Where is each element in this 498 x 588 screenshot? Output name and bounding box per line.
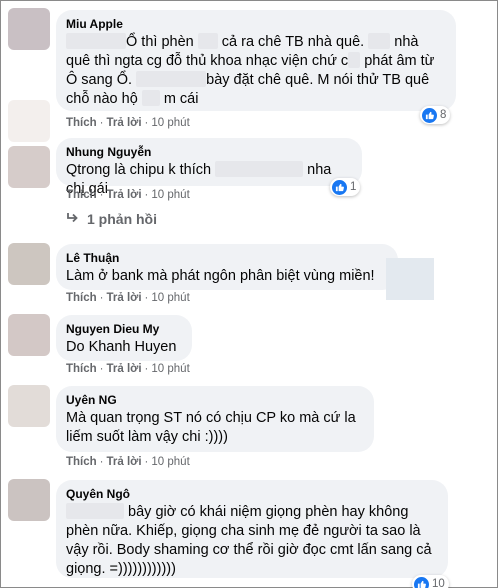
comment-actions: Thích · Trả lời · 10 phút (66, 456, 190, 468)
author-name[interactable]: Uyên NG (66, 393, 363, 408)
timestamp[interactable]: 10 phút (151, 363, 189, 375)
comment-bubble: Miu Apple Ổ thì phèn cả ra chê TB nhà qu… (56, 10, 456, 111)
like-button[interactable]: Thích (66, 117, 97, 129)
like-icon (422, 107, 437, 123)
like-icon (414, 576, 429, 588)
redaction-block (136, 71, 207, 87)
timestamp[interactable]: 10 phút (151, 292, 189, 304)
redaction-block (66, 503, 124, 519)
author-name[interactable]: Nhung Nguyễn (66, 145, 351, 160)
redaction-block (141, 90, 160, 106)
image-attachment[interactable] (386, 258, 434, 300)
comment-text: bây giờ có khái niệm giọng phèn hay khôn… (66, 503, 432, 577)
comment-bubble: Quyên Ngô bây giờ có khái niệm giọng phè… (56, 480, 448, 578)
separator: · (144, 117, 149, 129)
separator: · (99, 292, 104, 304)
separator: · (99, 189, 104, 201)
separator: · (99, 363, 104, 375)
like-button[interactable]: Thích (66, 363, 97, 375)
reply-button[interactable]: Trả lời (107, 363, 142, 375)
comment-bubble: Nguyen Dieu My Do Khanh Huyen (56, 315, 192, 361)
like-button[interactable]: Thích (66, 189, 97, 201)
comment-actions: Thích · Trả lời · 10 phút (66, 117, 190, 129)
author-name[interactable]: Nguyen Dieu My (66, 322, 181, 337)
comment-bubble: Uyên NG Mà quan trọng ST nó có chịu CP k… (56, 386, 374, 452)
avatar[interactable] (8, 385, 50, 427)
separator: · (144, 456, 149, 468)
avatar (8, 100, 50, 142)
separator: · (144, 363, 149, 375)
comment-actions: Thích · Trả lời · 10 phút (66, 363, 190, 375)
like-button[interactable]: Thích (66, 292, 97, 304)
comment-text: Do Khanh Huyen (66, 339, 177, 355)
redaction-block (66, 33, 126, 49)
reaction-count[interactable]: 1 (330, 178, 361, 196)
author-name[interactable]: Quyên Ngô (66, 487, 437, 502)
redaction-block (348, 52, 361, 68)
reply-arrow-icon (66, 211, 79, 227)
avatar[interactable] (8, 146, 50, 188)
author-name[interactable]: Lê Thuận (66, 251, 387, 266)
comment-text: Ổ thì phèn cả ra chê TB nhà quê. nhà quê… (66, 33, 435, 107)
like-button[interactable]: Thích (66, 456, 97, 468)
timestamp[interactable]: 10 phút (151, 117, 189, 129)
avatar[interactable] (8, 314, 50, 356)
comment-bubble: Nhung Nguyễn Qtrong là chipu k thích nha… (56, 138, 362, 197)
timestamp[interactable]: 10 phút (151, 189, 189, 201)
reply-button[interactable]: Trả lời (107, 189, 142, 201)
comment-bubble: Lê Thuận Làm ở bank mà phát ngôn phân bi… (56, 244, 398, 290)
avatar[interactable] (8, 479, 50, 521)
like-icon (332, 179, 347, 195)
avatar[interactable] (8, 243, 50, 285)
separator: · (99, 117, 104, 129)
author-name[interactable]: Miu Apple (66, 17, 445, 32)
avatar[interactable] (8, 8, 50, 50)
reply-button[interactable]: Trả lời (107, 117, 142, 129)
redaction-block (197, 33, 218, 49)
reaction-count[interactable]: 10 (412, 575, 449, 588)
reply-button[interactable]: Trả lời (107, 292, 142, 304)
comment-actions: Thích · Trả lời · 10 phút (66, 292, 190, 304)
comment-text: Làm ở bank mà phát ngôn phân biệt vùng m… (66, 268, 375, 284)
redaction-block (215, 161, 304, 177)
comment-actions: Thích · Trả lời · 10 phút (66, 189, 190, 201)
view-replies-link[interactable]: 1 phản hồi (66, 211, 157, 227)
reaction-count[interactable]: 8 (420, 106, 451, 124)
comment-text: Mà quan trọng ST nó có chịu CP ko mà cứ … (66, 410, 356, 445)
reply-button[interactable]: Trả lời (107, 456, 142, 468)
timestamp[interactable]: 10 phút (151, 456, 189, 468)
separator: · (144, 292, 149, 304)
separator: · (144, 189, 149, 201)
redaction-block (368, 33, 391, 49)
separator: · (99, 456, 104, 468)
